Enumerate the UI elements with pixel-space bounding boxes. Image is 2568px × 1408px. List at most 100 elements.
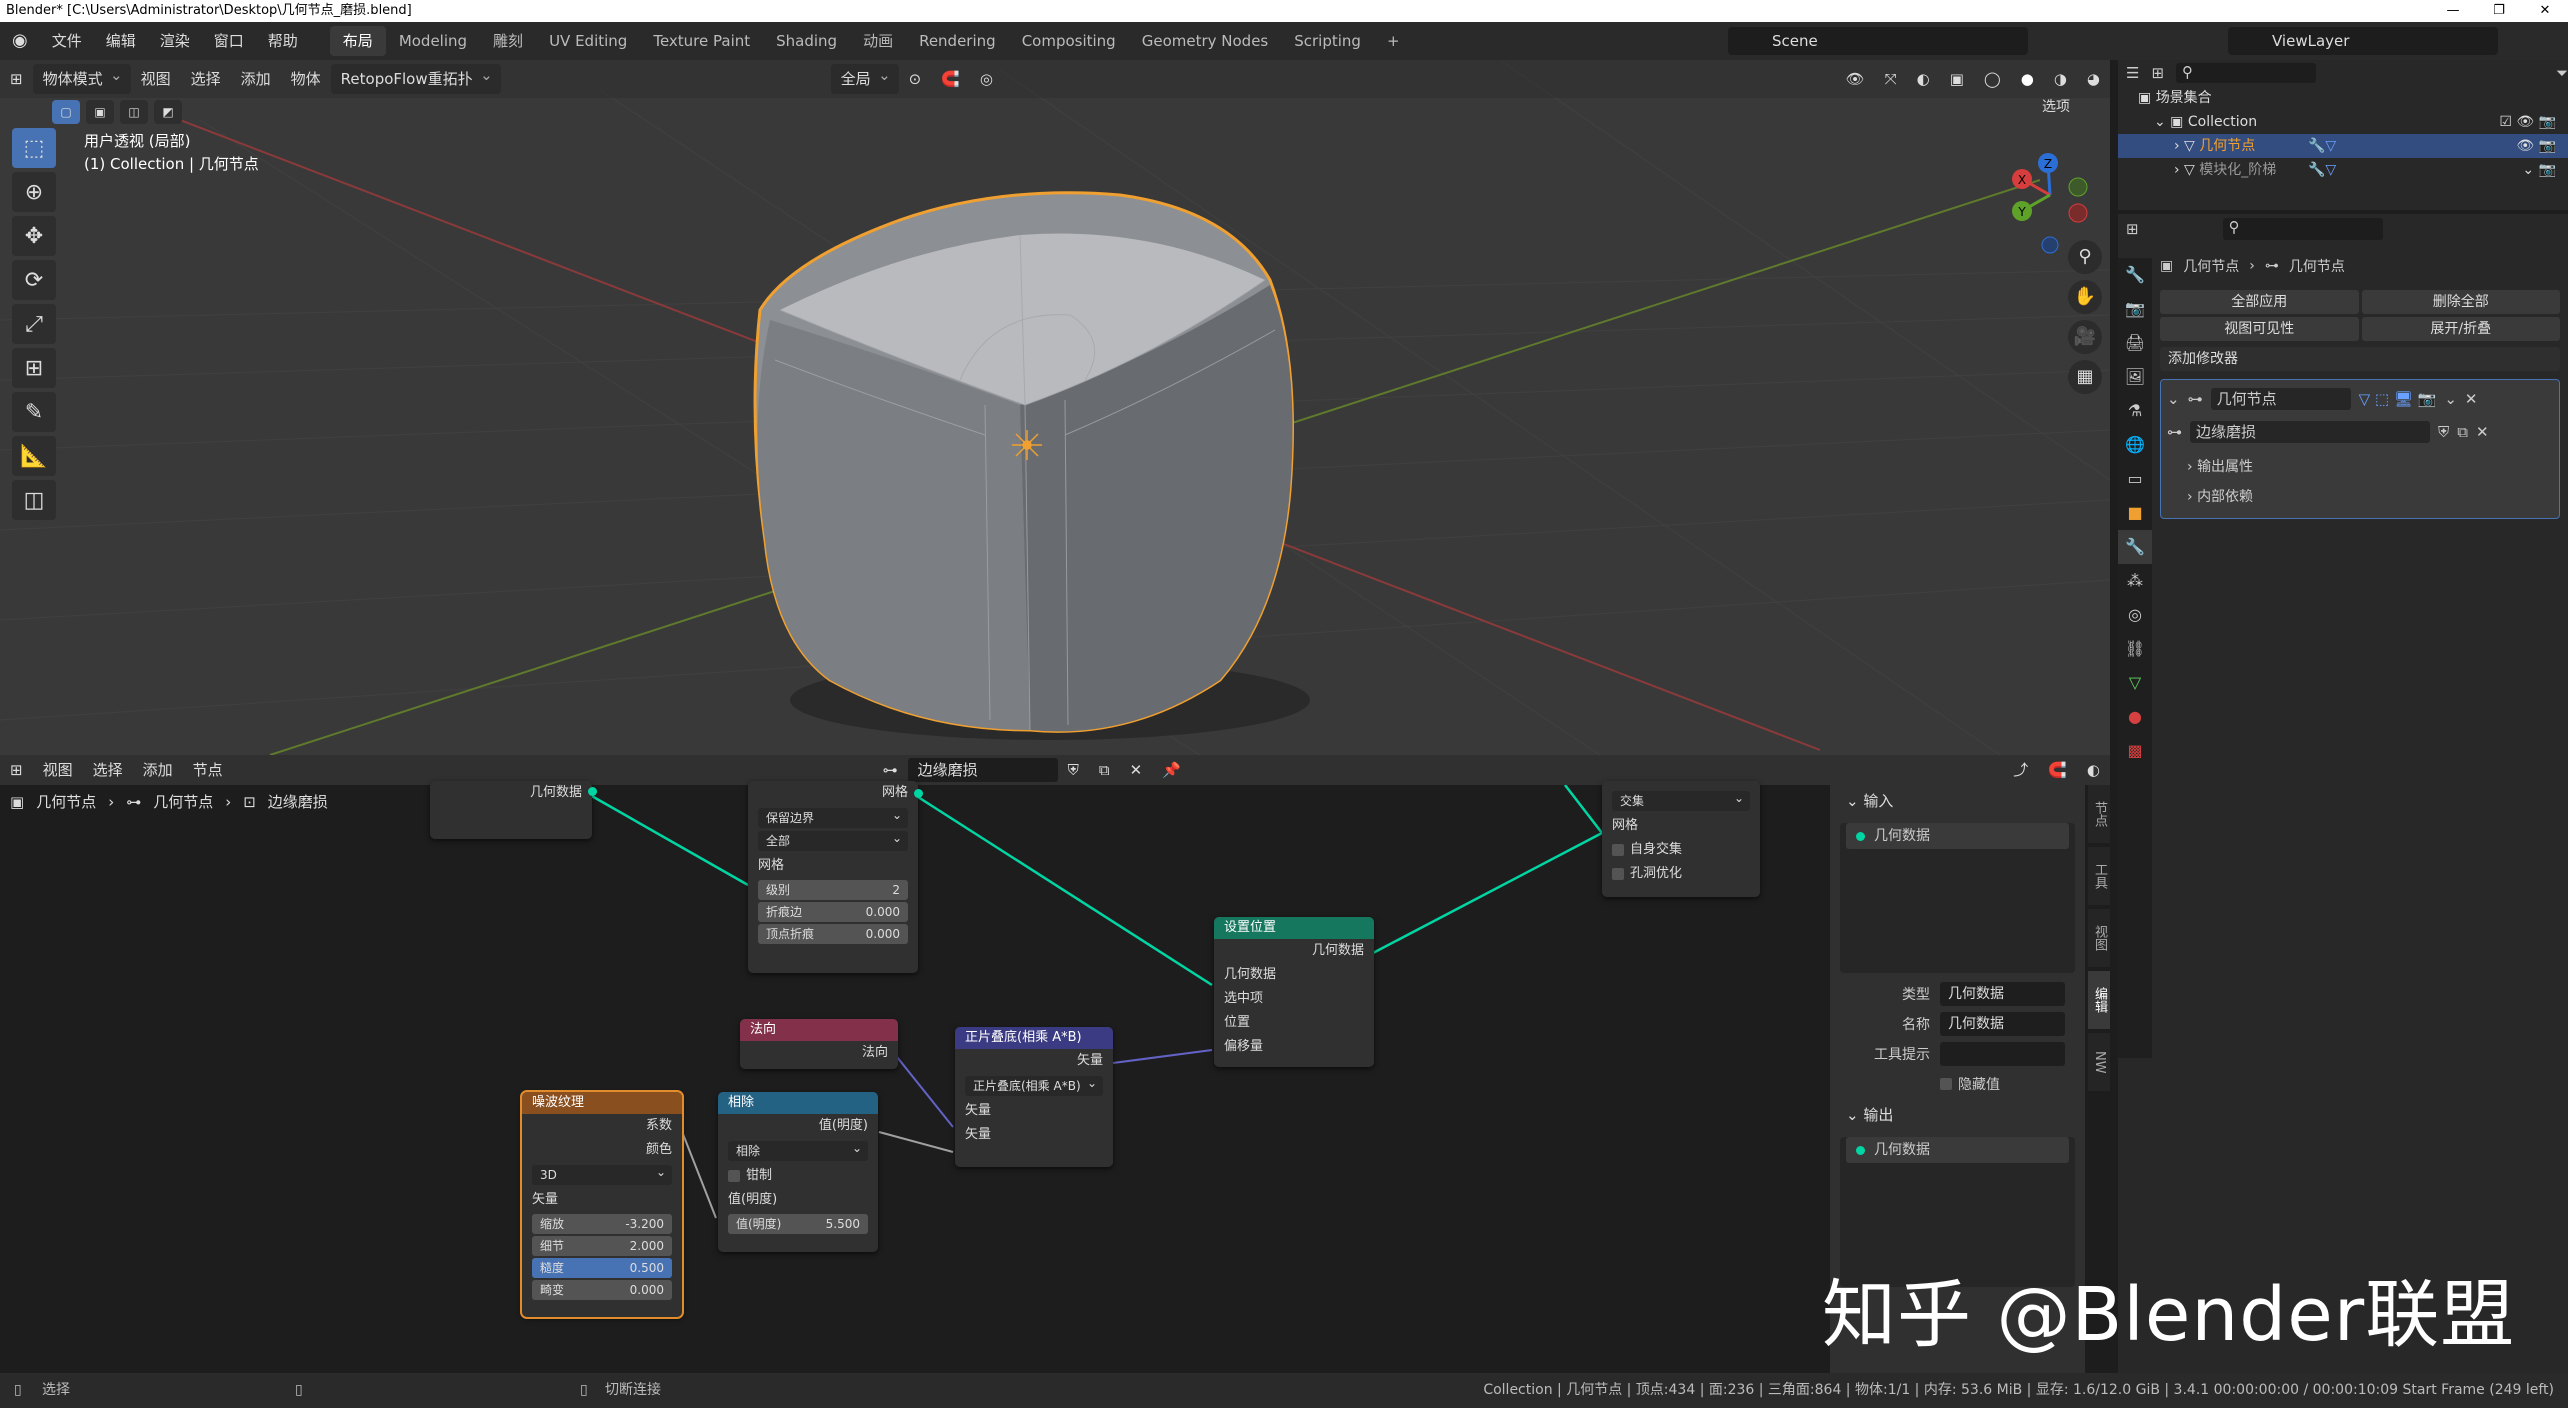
pin-icon[interactable]: 📌 bbox=[1152, 755, 1191, 785]
output-tab-icon[interactable]: 🖨 bbox=[2118, 326, 2152, 360]
outliner-item-geonodes[interactable]: › ▽ 几何节点 🔧▽ 👁 📷 bbox=[2118, 134, 2568, 158]
breadcrumb-modifier[interactable]: 几何节点 bbox=[153, 791, 213, 812]
ortho-toggle-icon[interactable]: ▦ bbox=[2068, 360, 2102, 394]
workspace-tab-texture[interactable]: Texture Paint bbox=[640, 26, 763, 56]
breadcrumb-nodegroup[interactable]: 边缘磨损 bbox=[268, 791, 328, 812]
subdivision-node[interactable]: 网格 保留边界 全部 网格 级别 2 折痕边 0.000 顶点折痕 0.000 bbox=[748, 781, 923, 973]
unlink-icon[interactable]: ✕ bbox=[1120, 755, 1153, 785]
math-value-input-2[interactable]: 值(明度) 5.500 bbox=[728, 1214, 868, 1234]
object-tab-icon[interactable]: ■ bbox=[2118, 496, 2152, 530]
fake-user-icon[interactable]: ⛨ bbox=[1058, 755, 1089, 785]
item-visibility-icons[interactable]: ⌄ 📷 bbox=[2522, 158, 2556, 182]
shading-solid-icon[interactable]: ● bbox=[2011, 64, 2044, 94]
subdiv-vertex-crease-field[interactable]: 顶点折痕 0.000 bbox=[758, 924, 908, 944]
retopoflow-menu[interactable]: RetopoFlow重拓扑 bbox=[330, 60, 501, 94]
render-tab-icon[interactable]: 📷 bbox=[2118, 292, 2152, 326]
shading-material-icon[interactable]: ◑ bbox=[2044, 64, 2077, 94]
add-modifier-dropdown[interactable]: 添加修改器 bbox=[2160, 347, 2560, 371]
shading-wireframe-icon[interactable]: ◯ bbox=[1974, 64, 2011, 94]
workspace-tab-shading[interactable]: Shading bbox=[763, 26, 850, 56]
node-menu-add[interactable]: 添加 bbox=[133, 755, 183, 785]
overlay-node-icon[interactable]: ◐ bbox=[2077, 755, 2110, 785]
workspace-tab-uv[interactable]: UV Editing bbox=[536, 26, 640, 56]
viewlayer-selector[interactable]: ViewLayer bbox=[2228, 27, 2498, 55]
node-group-field[interactable]: 边缘磨损 bbox=[2190, 421, 2430, 443]
checkbox[interactable] bbox=[1612, 867, 1624, 880]
view-layer-tab-icon[interactable]: 🖼 bbox=[2118, 360, 2152, 394]
transform-tool-icon[interactable]: ⊞ bbox=[12, 348, 56, 388]
transform-orientation-dropdown[interactable]: 全局 bbox=[830, 60, 899, 94]
socket-name-field[interactable]: 几何数据 bbox=[1940, 1012, 2065, 1036]
inputs-section-header[interactable]: ⌄ 输入 bbox=[1830, 785, 2085, 817]
unlink-icon[interactable]: ✕ bbox=[2476, 423, 2489, 441]
move-tool-icon[interactable]: ✥ bbox=[12, 216, 56, 256]
measure-tool-icon[interactable]: 📐 bbox=[12, 436, 56, 476]
add-workspace-icon[interactable]: + bbox=[1374, 26, 1413, 56]
world-tab-icon[interactable]: 🌐 bbox=[2118, 428, 2152, 462]
collapse-icon[interactable]: ⌄ bbox=[2167, 390, 2180, 408]
select-extend-icon[interactable]: ▣ bbox=[86, 100, 114, 124]
outliner-search-input[interactable]: ⚲ bbox=[2176, 63, 2317, 83]
viewport-visibility-button[interactable]: 视图可见性 bbox=[2160, 317, 2359, 341]
cursor-tool-icon[interactable]: ⊕ bbox=[12, 172, 56, 212]
modifier-menu-icon[interactable]: ⌄ bbox=[2444, 390, 2457, 408]
menu-render[interactable]: 渲染 bbox=[148, 22, 202, 60]
outliner-item-stairs[interactable]: › ▽ 模块化_阶梯 🔧▽ ⌄ 📷 bbox=[2118, 158, 2568, 182]
maximize-icon[interactable]: ❐ bbox=[2476, 0, 2522, 22]
outliner-collection[interactable]: ⌄ ▣ Collection ☑ 👁 📷 bbox=[2118, 110, 2568, 134]
workspace-tab-compositing[interactable]: Compositing bbox=[1009, 26, 1129, 56]
noise-detail-field[interactable]: 细节 2.000 bbox=[532, 1236, 672, 1256]
socket-type-dropdown[interactable]: 几何数据 bbox=[1940, 982, 2065, 1006]
viewport-menu-view[interactable]: 视图 bbox=[131, 64, 181, 94]
subdiv-edge-crease-field[interactable]: 折痕边 0.000 bbox=[758, 902, 908, 922]
output-list-item[interactable]: 几何数据 bbox=[1846, 1137, 2069, 1163]
outliner-filter-icon[interactable]: ⏷ bbox=[2556, 64, 2568, 82]
internal-dependencies-subpanel[interactable]: › 内部依赖 bbox=[2167, 482, 2553, 512]
parent-node-icon[interactable]: ⤴ bbox=[2003, 755, 2038, 785]
annotate-tool-icon[interactable]: ✎ bbox=[12, 392, 56, 432]
node-editor[interactable]: ⊞ 视图 选择 添加 节点 ⊶ 边缘磨损 ⛨ ⧉ ✕ 📌 ⤴ 🧲 ◐ ▣ 几何节… bbox=[0, 755, 2110, 1383]
noise-dimensions-dropdown[interactable]: 3D bbox=[532, 1162, 672, 1185]
select-new-icon[interactable]: ▢ bbox=[52, 100, 80, 124]
particles-tab-icon[interactable]: ⁂ bbox=[2118, 564, 2152, 598]
boolean-self-intersect-checkbox[interactable]: 自身交集 bbox=[1602, 838, 1760, 862]
select-box-tool-icon[interactable]: ⬚ bbox=[12, 128, 56, 168]
node-editor-type-icon[interactable]: ⊞ bbox=[0, 755, 33, 785]
snap-node-icon[interactable]: 🧲 bbox=[2038, 755, 2077, 785]
gizmo-toggle-icon[interactable]: ⤧ bbox=[1875, 64, 1907, 94]
modifier-tab-icon[interactable]: 🔧 bbox=[2118, 530, 2152, 564]
node-group-name-field[interactable]: 边缘磨损 bbox=[907, 758, 1058, 782]
outliner-scene-collection[interactable]: ▣ 场景集合 bbox=[2118, 86, 2568, 110]
viewport-menu-add[interactable]: 添加 bbox=[231, 64, 281, 94]
checkbox[interactable] bbox=[1612, 843, 1624, 856]
duplicate-icon[interactable]: ⧉ bbox=[1089, 755, 1120, 785]
workspace-tab-animation[interactable]: 动画 bbox=[850, 26, 906, 56]
viewport-options-button[interactable]: 选项 bbox=[2032, 92, 2080, 122]
tab-group[interactable]: 编辑 bbox=[2088, 971, 2110, 1029]
pan-hand-icon[interactable]: ✋ bbox=[2068, 280, 2102, 314]
select-invert-icon[interactable]: ◩ bbox=[154, 100, 182, 124]
vector-math-operation-dropdown[interactable]: 正片叠底(相乘 A*B) bbox=[965, 1073, 1103, 1096]
collection-tab-icon[interactable]: ▭ bbox=[2118, 462, 2152, 496]
texture-tab-icon[interactable]: ▩ bbox=[2118, 734, 2152, 768]
math-divide-node[interactable]: 相除 值(明度) 相除 钳制 值(明度) 值(明度) 5.500 bbox=[718, 1092, 878, 1252]
blender-logo-icon[interactable]: ◉ bbox=[0, 22, 40, 60]
properties-search-input[interactable]: ⚲ bbox=[2222, 218, 2383, 240]
tab-node[interactable]: 节点 bbox=[2088, 785, 2110, 843]
zoom-icon[interactable]: ⚲ bbox=[2068, 240, 2102, 274]
boolean-operation-dropdown[interactable]: 交集 bbox=[1612, 788, 1750, 811]
outliner-editor-icon[interactable]: ☰ bbox=[2126, 64, 2139, 82]
modifier-name-field[interactable]: 几何节点 bbox=[2210, 388, 2351, 410]
material-tab-icon[interactable]: ● bbox=[2118, 700, 2152, 734]
tooltip-field[interactable] bbox=[1940, 1042, 2065, 1066]
object-mode-dropdown[interactable]: 物体模式 bbox=[32, 60, 131, 94]
workspace-tab-geonodes[interactable]: Geometry Nodes bbox=[1129, 26, 1282, 56]
workspace-tab-layout[interactable]: 布局 bbox=[329, 26, 386, 56]
boolean-hole-tolerant-checkbox[interactable]: 孔洞优化 bbox=[1602, 862, 1760, 886]
menu-help[interactable]: 帮助 bbox=[256, 22, 310, 60]
socket[interactable] bbox=[914, 789, 923, 798]
mesh-boolean-node[interactable]: 交集 网格 自身交集 孔洞优化 bbox=[1602, 781, 1760, 897]
remove-modifier-icon[interactable]: ✕ bbox=[2465, 390, 2478, 408]
outliner-display-mode-icon[interactable]: ⊞ bbox=[2151, 64, 2164, 82]
math-operation-dropdown[interactable]: 相除 bbox=[728, 1138, 868, 1161]
